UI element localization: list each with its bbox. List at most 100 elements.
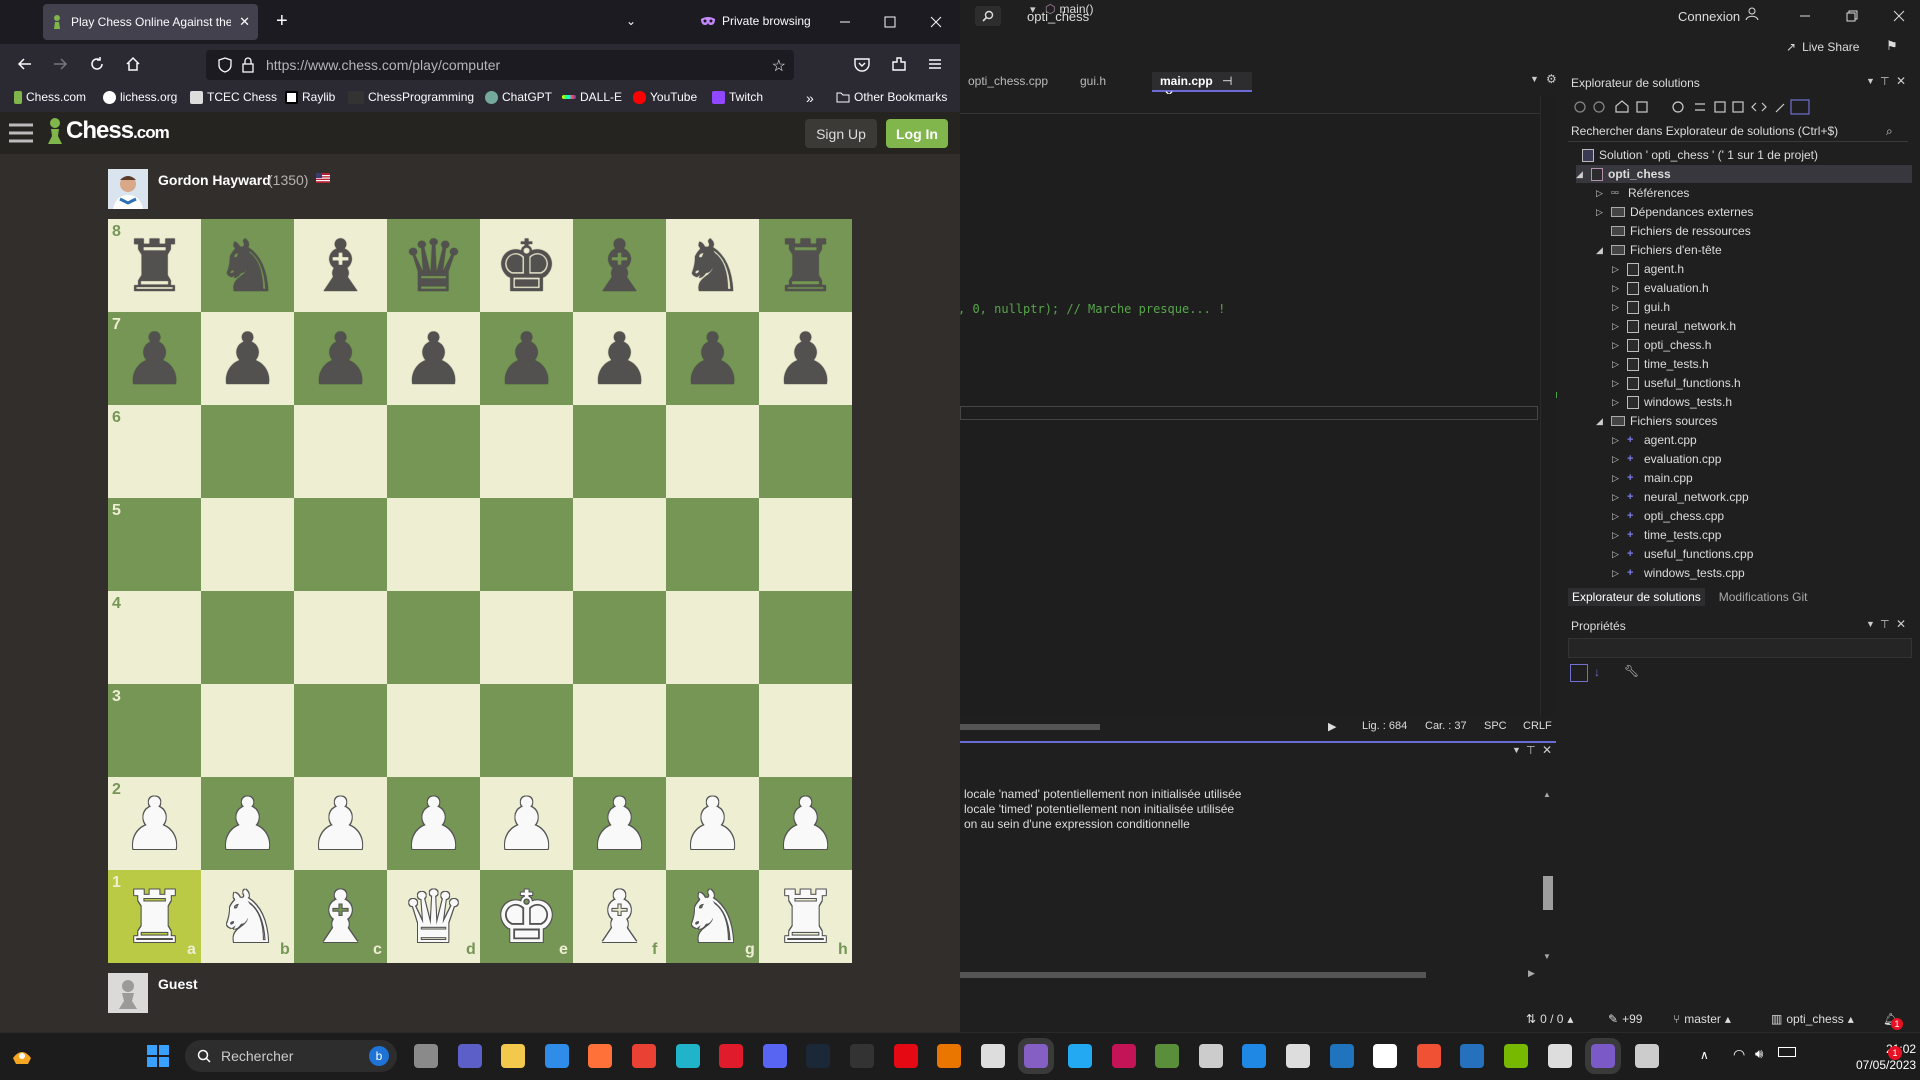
live-share-button[interactable]: ↗ Live Share bbox=[1786, 40, 1859, 54]
reload-icon[interactable] bbox=[88, 55, 106, 73]
log-in-button[interactable]: Log In bbox=[886, 119, 948, 148]
line-ending-indicator[interactable]: CRLF bbox=[1523, 720, 1552, 732]
square-a3[interactable] bbox=[108, 684, 201, 777]
visual-studio-icon[interactable] bbox=[1018, 1038, 1055, 1074]
scroll-up-icon[interactable]: ▲ bbox=[1543, 790, 1551, 799]
square-b5[interactable] bbox=[201, 498, 294, 591]
square-c3[interactable] bbox=[294, 684, 387, 777]
tab-list-dropdown-icon[interactable]: ▼ bbox=[1530, 74, 1539, 84]
maximize-icon[interactable] bbox=[882, 14, 898, 30]
collapsed-arrow-icon[interactable]: ▷ bbox=[1612, 378, 1622, 389]
musescore-icon[interactable] bbox=[1329, 1044, 1354, 1068]
tab-gui-h[interactable]: gui.h bbox=[1072, 72, 1114, 92]
square-e6[interactable] bbox=[480, 405, 573, 498]
white-pawn-f2[interactable]: ♟ bbox=[573, 777, 666, 870]
search-icon[interactable]: ⌕ bbox=[1886, 124, 1893, 139]
blender-icon[interactable] bbox=[937, 1044, 962, 1068]
black-pawn-g7[interactable]: ♟ bbox=[666, 312, 759, 405]
source-files-node[interactable]: ◢ Fichiers sources bbox=[1596, 412, 1717, 430]
black-queen-d8[interactable]: ♛ bbox=[387, 219, 480, 312]
square-c6[interactable] bbox=[294, 405, 387, 498]
bookmark-star-icon[interactable]: ☆ bbox=[772, 56, 786, 76]
source-file-item[interactable]: ▷ + main.cpp bbox=[1612, 469, 1693, 487]
project-node[interactable]: ◢ opti_chess bbox=[1576, 165, 1912, 183]
square-h5[interactable] bbox=[759, 498, 852, 591]
black-bishop-f8[interactable]: ♝ bbox=[573, 219, 666, 312]
vs-restore-icon[interactable] bbox=[1844, 8, 1860, 24]
square-g4[interactable] bbox=[666, 591, 759, 684]
source-file-item[interactable]: ▷ + agent.cpp bbox=[1612, 431, 1697, 449]
wifi-icon[interactable]: ◠ bbox=[1733, 1046, 1745, 1063]
scroll-down-icon[interactable]: ▼ bbox=[1543, 952, 1551, 961]
source-file-item[interactable]: ▷ + evaluation.cpp bbox=[1612, 450, 1721, 468]
collapsed-arrow-icon[interactable]: ▷ bbox=[1596, 207, 1606, 218]
feedback-icon[interactable]: ⚑ bbox=[1886, 38, 1898, 54]
collapsed-arrow-icon[interactable]: ▷ bbox=[1612, 511, 1622, 522]
function-dropdown[interactable]: ⬡ main() bbox=[1045, 2, 1094, 16]
square-h3[interactable] bbox=[759, 684, 852, 777]
square-f4[interactable] bbox=[573, 591, 666, 684]
settings-cog-icon[interactable] bbox=[1198, 1044, 1223, 1068]
bookmark-raylib[interactable]: Raylib bbox=[285, 90, 335, 104]
start-windows-icon[interactable] bbox=[146, 1044, 170, 1068]
bookmark-twitch[interactable]: Twitch bbox=[712, 90, 763, 104]
square-g5[interactable] bbox=[666, 498, 759, 591]
white-pawn-e2[interactable]: ♟ bbox=[480, 777, 573, 870]
black-pawn-f7[interactable]: ♟ bbox=[573, 312, 666, 405]
bookmark-youtube[interactable]: YouTube bbox=[633, 90, 697, 104]
categorized-icon[interactable] bbox=[1570, 664, 1588, 682]
panel-dropdown-icon[interactable]: ▼ bbox=[1866, 619, 1875, 629]
black-pawn-e7[interactable]: ♟ bbox=[480, 312, 573, 405]
square-f5[interactable] bbox=[573, 498, 666, 591]
teams-icon[interactable] bbox=[457, 1044, 482, 1068]
square-a6[interactable] bbox=[108, 405, 201, 498]
collapsed-arrow-icon[interactable]: ▷ bbox=[1612, 264, 1622, 275]
opponent-avatar[interactable] bbox=[108, 169, 148, 209]
white-pawn-g2[interactable]: ♟ bbox=[666, 777, 759, 870]
widgets-icon[interactable] bbox=[10, 1044, 34, 1068]
show-hidden-icons-chevron-icon[interactable]: ∧ bbox=[1700, 1048, 1709, 1062]
output-close-icon[interactable]: ✕ bbox=[1542, 743, 1552, 757]
properties-object-selector[interactable] bbox=[1568, 638, 1912, 658]
header-file-item[interactable]: ▷ evaluation.h bbox=[1612, 279, 1709, 297]
panel-close-icon[interactable]: ✕ bbox=[1896, 617, 1906, 631]
netflix-icon[interactable] bbox=[893, 1044, 918, 1068]
url-bar[interactable]: https://www.chess.com/play/computer ☆ bbox=[206, 50, 794, 80]
app-icon[interactable] bbox=[1242, 1044, 1267, 1068]
panel-pin-icon[interactable]: ⊤ bbox=[1880, 75, 1890, 88]
black-pawn-c7[interactable]: ♟ bbox=[294, 312, 387, 405]
resource-files-node[interactable]: Fichiers de ressources bbox=[1596, 222, 1751, 240]
shield-icon[interactable] bbox=[218, 57, 232, 73]
panel-close-icon[interactable]: ✕ bbox=[1896, 74, 1906, 88]
menu-hamburger-icon[interactable] bbox=[926, 55, 944, 73]
alphabetical-icon[interactable]: ↓ bbox=[1594, 665, 1600, 679]
square-h4[interactable] bbox=[759, 591, 852, 684]
square-g6[interactable] bbox=[666, 405, 759, 498]
collapsed-arrow-icon[interactable]: ▷ bbox=[1612, 302, 1622, 313]
bookmark-chesscom[interactable]: Chess.com bbox=[14, 90, 86, 104]
square-d4[interactable] bbox=[387, 591, 480, 684]
output-dropdown-icon[interactable]: ▼ bbox=[1512, 745, 1521, 755]
collapsed-arrow-icon[interactable]: ▷ bbox=[1612, 283, 1622, 294]
vs-login-link[interactable]: Connexion bbox=[1678, 9, 1740, 24]
pocket-icon[interactable] bbox=[853, 55, 871, 73]
solution-search-input[interactable]: Rechercher dans Explorateur de solutions… bbox=[1568, 122, 1908, 142]
close-tab-icon[interactable]: ✕ bbox=[239, 14, 250, 30]
file-explorer-icon[interactable] bbox=[501, 1044, 526, 1068]
home-icon[interactable] bbox=[124, 55, 142, 73]
rider-icon[interactable] bbox=[1111, 1044, 1136, 1068]
header-file-item[interactable]: ▷ agent.h bbox=[1612, 260, 1684, 278]
tab-list-chevron-icon[interactable]: ⌄ bbox=[626, 14, 636, 28]
vs-minimize-icon[interactable] bbox=[1797, 8, 1813, 24]
bing-icon[interactable]: b bbox=[369, 1046, 389, 1066]
sign-up-button[interactable]: Sign Up bbox=[805, 119, 877, 148]
nvidia-icon[interactable] bbox=[1504, 1044, 1528, 1068]
panel-dropdown-icon[interactable]: ▼ bbox=[1866, 76, 1875, 86]
pin-icon[interactable]: ⊣ bbox=[1222, 74, 1232, 88]
references-node[interactable]: ▷ ▫▫ Références bbox=[1596, 184, 1689, 202]
vs-close-icon[interactable] bbox=[1891, 8, 1907, 24]
header-file-item[interactable]: ▷ windows_tests.h bbox=[1612, 393, 1732, 411]
header-file-item[interactable]: ▷ time_tests.h bbox=[1612, 355, 1709, 373]
output-scroll-thumb[interactable] bbox=[1543, 876, 1553, 910]
git-icon[interactable] bbox=[1416, 1044, 1441, 1068]
